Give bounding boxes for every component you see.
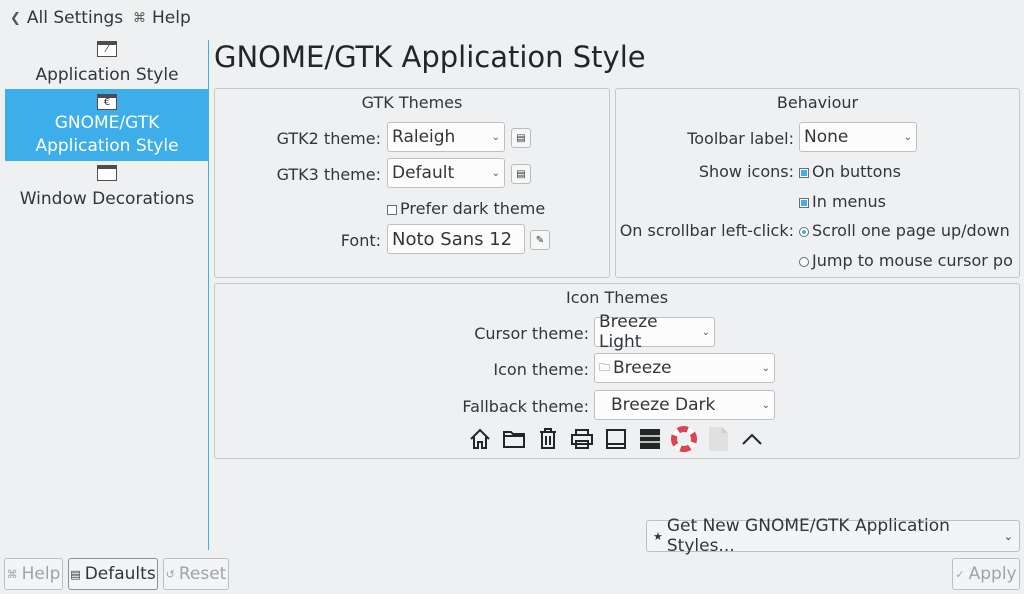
home-icon bbox=[467, 426, 493, 452]
gtk3-preview-button[interactable]: ▤ bbox=[511, 164, 531, 184]
gtk2-theme-combo[interactable]: Raleigh ⌄ bbox=[387, 122, 505, 152]
scrollbar-click-label: On scrollbar left-click: bbox=[619, 221, 794, 240]
toolbar-label-value: None bbox=[804, 127, 849, 147]
folder-icon bbox=[501, 426, 527, 452]
in-menus-checkbox[interactable]: In menus bbox=[799, 192, 886, 211]
sidebar-item-window-decorations[interactable]: Window Decorations bbox=[5, 165, 209, 211]
gtk3-theme-label: GTK3 theme: bbox=[276, 165, 381, 184]
reset-icon: ↺ bbox=[165, 567, 175, 581]
document-icon bbox=[705, 426, 731, 452]
chevron-down-icon: ⌄ bbox=[903, 131, 912, 143]
on-buttons-checkbox[interactable]: On buttons bbox=[799, 162, 901, 181]
gtk2-theme-value: Raleigh bbox=[392, 127, 456, 147]
chevron-down-icon: ⌄ bbox=[761, 362, 770, 374]
icon-themes-title: Icon Themes bbox=[565, 288, 669, 307]
in-menus-label: In menus bbox=[812, 192, 886, 211]
gtk-themes-group: GTK Themes GTK2 theme: Raleigh ⌄ ▤ GTK3 … bbox=[214, 88, 610, 278]
help-icon: ⌘ bbox=[6, 567, 18, 581]
help-icon: ⌘ bbox=[133, 10, 146, 26]
defaults-icon: ▤ bbox=[70, 567, 81, 581]
scroll-page-label: Scroll one page up/down bbox=[812, 221, 1010, 240]
edit-icon: ✎ bbox=[535, 234, 545, 246]
jump-cursor-label: Jump to mouse cursor po bbox=[812, 251, 1013, 270]
behaviour-title: Behaviour bbox=[776, 93, 859, 112]
get-new-styles-button[interactable]: ★ Get New GNOME/GTK Application Styles..… bbox=[646, 516, 1020, 556]
toolbar-label-label: Toolbar label: bbox=[687, 129, 794, 148]
chevron-up-icon bbox=[739, 426, 765, 452]
window-decorations-icon bbox=[97, 165, 117, 181]
gtk2-theme-label: GTK2 theme: bbox=[276, 129, 381, 148]
preview-icon: ▤ bbox=[516, 132, 526, 144]
get-new-styles-label: Get New GNOME/GTK Application Styles... bbox=[666, 516, 950, 556]
reset-button-label: Reset bbox=[178, 564, 227, 584]
gtk3-theme-combo[interactable]: Default ⌄ bbox=[387, 158, 505, 188]
radio-dot bbox=[799, 226, 809, 237]
icon-theme-label: Icon theme: bbox=[493, 360, 589, 379]
help-button-label: Help bbox=[21, 564, 61, 584]
application-style-icon: ⁄ bbox=[97, 41, 117, 57]
gtk-style-icon: € bbox=[97, 94, 117, 110]
sidebar-item-label: GNOME/GTK Application Style bbox=[35, 113, 179, 156]
font-field[interactable]: Noto Sans 12 bbox=[387, 224, 525, 254]
icon-theme-combo[interactable]: 🗀 Breeze ⌄ bbox=[594, 353, 775, 383]
sidebar-item-label: Window Decorations bbox=[19, 189, 195, 209]
page-title: GNOME/GTK Application Style bbox=[214, 40, 646, 74]
toolbar-label-combo[interactable]: None ⌄ bbox=[799, 122, 917, 152]
fallback-theme-combo[interactable]: Breeze Dark ⌄ bbox=[594, 390, 775, 420]
folder-icon: 🗀 bbox=[599, 360, 610, 374]
prefer-dark-checkbox[interactable]: Prefer dark theme bbox=[387, 199, 545, 218]
show-icons-label: Show icons: bbox=[698, 162, 794, 181]
chevron-down-icon: ⌄ bbox=[1003, 529, 1013, 543]
prefer-dark-label: Prefer dark theme bbox=[400, 199, 546, 218]
help-menu-label: Help bbox=[152, 8, 191, 28]
cursor-theme-combo[interactable]: Breeze Light ⌄ bbox=[594, 312, 715, 352]
on-buttons-label: On buttons bbox=[812, 162, 901, 181]
chevron-down-icon: ⌄ bbox=[701, 326, 710, 338]
defaults-button-label: Defaults bbox=[84, 564, 156, 584]
trash-icon bbox=[535, 426, 561, 452]
checkbox-box bbox=[799, 167, 809, 178]
scroll-page-radio[interactable]: Scroll one page up/down bbox=[799, 221, 1010, 240]
all-settings-button[interactable]: ❮ All Settings bbox=[10, 8, 123, 28]
sidebar-item-label: Application Style bbox=[35, 65, 179, 85]
chevron-left-icon: ❮ bbox=[10, 10, 21, 26]
checkbox-box bbox=[799, 197, 809, 208]
icon-themes-group: Icon Themes Cursor theme: Breeze Light ⌄… bbox=[214, 283, 1020, 459]
star-icon: ★ bbox=[653, 529, 663, 543]
all-settings-label: All Settings bbox=[26, 8, 124, 28]
cursor-theme-value: Breeze Light bbox=[599, 312, 658, 352]
help-lifebuoy-icon bbox=[671, 426, 697, 452]
font-value: Noto Sans 12 bbox=[392, 228, 513, 250]
chevron-down-icon: ⌄ bbox=[761, 399, 770, 411]
gtk3-theme-value: Default bbox=[392, 163, 455, 183]
help-button[interactable]: ⌘ Help bbox=[4, 558, 63, 590]
printer-icon bbox=[569, 426, 595, 452]
server-icon bbox=[637, 426, 663, 452]
cursor-theme-label: Cursor theme: bbox=[474, 324, 589, 343]
defaults-button[interactable]: ▤ Defaults bbox=[68, 558, 158, 590]
font-label: Font: bbox=[340, 231, 381, 250]
fallback-theme-label: Fallback theme: bbox=[462, 397, 589, 416]
fallback-theme-value: Breeze Dark bbox=[611, 395, 716, 415]
chevron-down-icon: ⌄ bbox=[491, 167, 500, 179]
help-menu-button[interactable]: ⌘ Help bbox=[133, 8, 191, 28]
sidebar-item-gnome-gtk[interactable]: € GNOME/GTK Application Style bbox=[5, 89, 209, 161]
checkbox-box bbox=[387, 204, 397, 215]
monitor-icon bbox=[603, 426, 629, 452]
gtk2-preview-button[interactable]: ▤ bbox=[511, 128, 531, 148]
radio-dot bbox=[799, 256, 809, 267]
preview-icon: ▤ bbox=[516, 168, 526, 180]
apply-button-label: Apply bbox=[968, 564, 1017, 584]
jump-cursor-radio[interactable]: Jump to mouse cursor po bbox=[799, 251, 1017, 270]
sidebar-item-application-style[interactable]: ⁄ Application Style bbox=[5, 41, 209, 87]
gtk-themes-title: GTK Themes bbox=[361, 93, 463, 112]
font-choose-button[interactable]: ✎ bbox=[530, 230, 550, 250]
reset-button[interactable]: ↺ Reset bbox=[163, 558, 229, 590]
behaviour-group: Behaviour Toolbar label: None ⌄ Show ico… bbox=[615, 88, 1020, 278]
sidebar-divider bbox=[208, 40, 209, 550]
chevron-down-icon: ⌄ bbox=[491, 131, 500, 143]
apply-button[interactable]: ✓ Apply bbox=[952, 558, 1020, 590]
icon-theme-value: Breeze bbox=[613, 358, 672, 378]
check-icon: ✓ bbox=[955, 567, 965, 581]
